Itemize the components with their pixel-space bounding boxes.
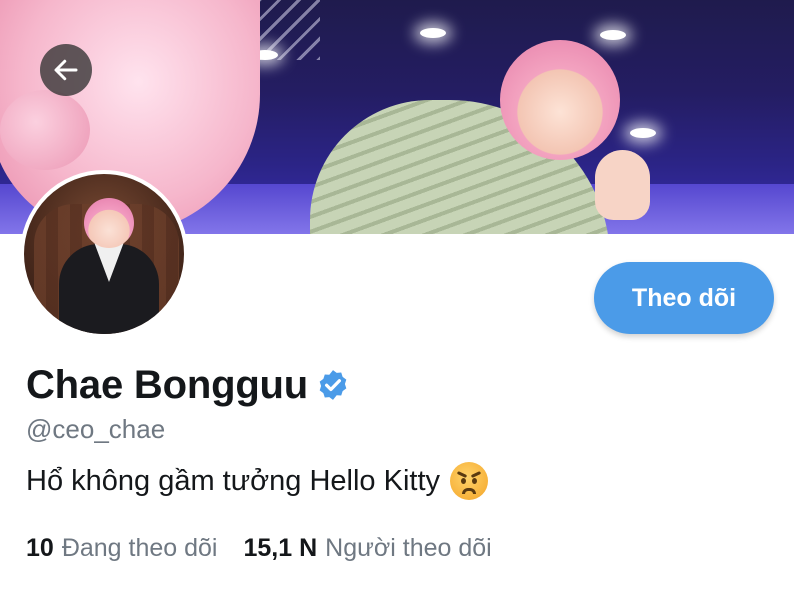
bio-text: Hổ không gầm tưởng Hello Kitty [26,464,441,497]
followers-count: 15,1 N [243,534,318,562]
banner-character [310,40,670,234]
profile-handle: @ceo_chae [26,414,166,444]
banner-pink-shape [0,90,90,170]
follow-button[interactable]: Theo dõi [594,262,774,334]
banner-character-head [500,40,620,160]
banner-character-hand [595,150,650,220]
display-name: Chae Bongguu [26,362,309,407]
stage-light [600,30,626,40]
followers-stat[interactable]: 15,1 N Người theo dõi [244,534,492,563]
angry-face-emoji-icon [450,462,489,500]
following-label: Đang theo dõi [61,534,218,562]
following-stat[interactable]: 10 Đang theo dõi [26,534,218,563]
following-count: 10 [26,534,54,562]
back-button[interactable] [40,44,92,96]
profile-stats: 10 Đang theo dõi 15,1 N Người theo dõi [26,534,518,563]
profile-bio: Hổ không gầm tưởng Hello Kitty [26,462,489,500]
avatar-face [84,198,134,248]
profile-avatar[interactable] [20,170,188,338]
stage-light [420,28,446,38]
followers-label: Người theo dõi [325,534,492,562]
arrow-left-icon [54,59,78,81]
profile-name-row: Chae Bongguu [26,360,350,410]
verified-badge-icon [319,370,347,400]
